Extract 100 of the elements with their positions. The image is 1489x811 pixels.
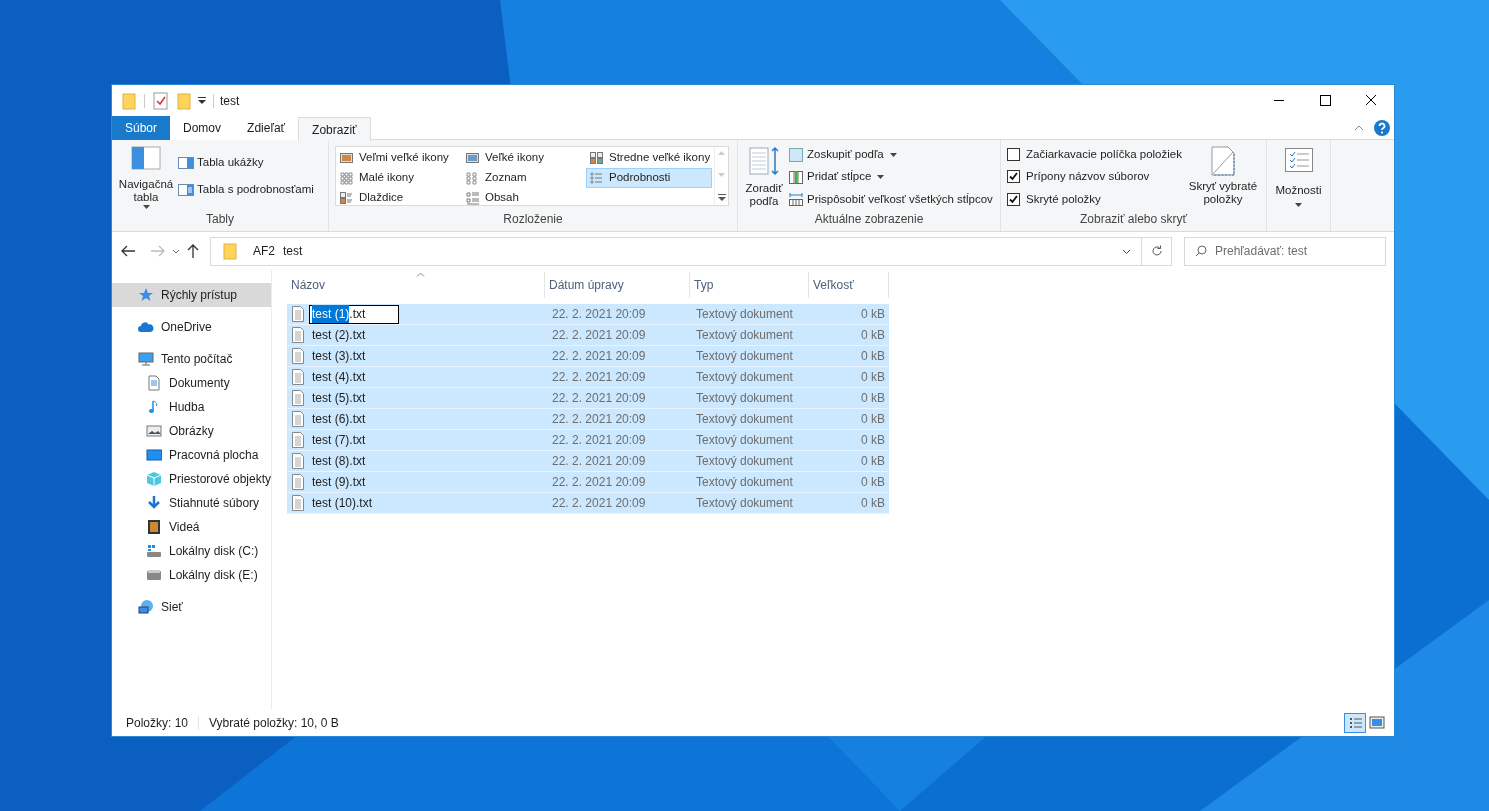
file-row[interactable]: test (10).txt 22. 2. 2021 20:09 Textový dokument 0 kB (287, 493, 889, 514)
file-row[interactable]: test (4).txt 22. 2. 2021 20:09 Textový dokument 0 kB (287, 367, 889, 388)
breadcrumb[interactable]: test (283, 242, 303, 260)
file-row[interactable]: test (3).txt 22. 2. 2021 20:09 Textový dokument 0 kB (287, 346, 889, 367)
sidebar-item[interactable]: OneDrive (112, 315, 271, 339)
type-cell-text: Textový dokument (695, 327, 794, 344)
more-icon[interactable] (717, 194, 726, 201)
navigation-pane-button[interactable]: Navigačná tabla (116, 146, 176, 211)
group-label: Aktuálne zobrazenie (813, 211, 925, 228)
size-cell-text: 0 kB (860, 306, 885, 323)
layout-option[interactable]: Veľké ikony (462, 148, 586, 168)
column-header[interactable]: Názov (287, 272, 545, 298)
recent-locations-icon[interactable] (172, 248, 180, 254)
type-cell-text: Textový dokument (695, 369, 794, 386)
collapse-icon[interactable] (1354, 124, 1364, 131)
pane-layout-icon (178, 183, 194, 196)
sort-button[interactable]: Zoradiť podľa (742, 146, 786, 211)
dropdown-icon[interactable] (197, 95, 207, 106)
file-name: test (6).txt (312, 411, 366, 428)
sort-columns-icon (749, 146, 779, 178)
file-row[interactable]: test (6).txt 22. 2. 2021 20:09 Textový dokument 0 kB (287, 409, 889, 430)
sidebar-item[interactable]: Videá (112, 515, 271, 539)
dropdown-icon[interactable] (1122, 248, 1131, 254)
layout-option[interactable]: Dlaždice (336, 188, 462, 208)
content-icon (466, 191, 479, 205)
help-icon[interactable] (1374, 119, 1390, 136)
ribbon-tab[interactable]: Zobraziť (298, 117, 371, 141)
up-icon[interactable] (186, 243, 200, 259)
view-button[interactable]: Zoskupiť podľa (788, 146, 993, 164)
checkbox[interactable]: Začiarkavacie políčka položiek (1007, 146, 1182, 164)
text-file-icon (292, 306, 304, 322)
sidebar-item[interactable]: Sieť (112, 595, 271, 619)
group-icon (788, 146, 804, 163)
pane-button[interactable]: Tabla ukážky (178, 154, 314, 172)
layout-option[interactable]: Stredne veľké ikony (586, 148, 712, 168)
text-file-icon (292, 390, 304, 406)
sidebar-item[interactable]: Lokálny disk (C:) (112, 539, 271, 563)
search-field[interactable]: Prehľadávať: test (1184, 236, 1386, 266)
column-header[interactable]: Dátum úpravy (545, 272, 690, 298)
maximize-icon (1319, 95, 1331, 106)
file-row[interactable]: test (2).txt 22. 2. 2021 20:09 Textový dokument 0 kB (287, 325, 889, 346)
layout-option[interactable]: Veľmi veľké ikony (336, 148, 462, 168)
sidebar-item[interactable]: Priestorové objekty (112, 467, 271, 491)
refresh-icon[interactable] (1150, 245, 1163, 257)
picture-icon (466, 151, 479, 165)
desktop-icon (146, 447, 162, 463)
sidebar-item[interactable]: Pracovná plocha (112, 443, 271, 467)
view-button[interactable]: Prispôsobiť veľkosť všetkých stĺpcov (788, 190, 993, 208)
rename-field[interactable]: test (1).txt (309, 304, 399, 324)
column-header[interactable]: Typ (690, 272, 809, 298)
ribbon-tab[interactable]: Zdieľať (234, 116, 299, 140)
breadcrumb[interactable]: AF2 (253, 242, 275, 260)
file-row[interactable]: test (1).txt 22. 2. 2021 20:09 Textový dokument 0 kB (287, 304, 889, 325)
options-button[interactable]: Možnosti (1271, 148, 1326, 211)
type-cell-text: Textový dokument (695, 453, 794, 470)
file-row[interactable]: test (5).txt 22. 2. 2021 20:09 Textový dokument 0 kB (287, 388, 889, 409)
hide-selected-button[interactable]: Skryť vybraté položky (1185, 146, 1260, 211)
column-header[interactable]: Veľkosť (809, 272, 889, 298)
file-row[interactable]: test (9).txt 22. 2. 2021 20:09 Textový dokument 0 kB (287, 472, 889, 493)
type-cell-text: Textový dokument (695, 495, 794, 512)
large-icons-icon (1368, 714, 1386, 732)
checklist-icon[interactable] (153, 91, 169, 110)
large-picture-icon (340, 151, 353, 165)
sidebar-item[interactable]: Dokumenty (112, 371, 271, 395)
layout-option[interactable]: Zoznam (462, 168, 586, 188)
checkbox[interactable]: Skryté položky (1007, 190, 1182, 208)
sidebar-item[interactable]: Lokálny disk (E:) (112, 563, 271, 587)
details-view-button[interactable] (1344, 713, 1366, 733)
back-icon[interactable] (120, 244, 136, 258)
folder-icon (223, 242, 237, 260)
file-row[interactable]: test (7).txt 22. 2. 2021 20:09 Textový dokument 0 kB (287, 430, 889, 451)
checkbox-icon (1007, 170, 1020, 184)
file-name: test (2).txt (312, 327, 366, 344)
document-icon (146, 375, 162, 391)
status-text: Položky: 10 (126, 715, 189, 732)
checkbox[interactable]: Prípony názvov súborov (1007, 168, 1182, 186)
caret-icon (142, 205, 150, 209)
tiles-icon (590, 151, 603, 165)
sidebar-item[interactable]: Stiahnuté súbory (112, 491, 271, 515)
layout-option[interactable]: Obsah (462, 188, 586, 208)
hidden-page-icon (1210, 146, 1235, 176)
text-file-icon (292, 327, 304, 343)
sidebar-item[interactable]: Hudba (112, 395, 271, 419)
address-bar[interactable]: AF2 test (210, 236, 1172, 266)
layout-option[interactable]: Malé ikony (336, 168, 462, 188)
size-cell-text: 0 kB (860, 327, 885, 344)
view-button[interactable]: Pridať stĺpce (788, 168, 993, 186)
close-icon (1365, 95, 1377, 106)
ribbon-tab[interactable]: Domov (170, 116, 235, 140)
sidebar-item[interactable]: Tento počítač (112, 347, 271, 371)
sidebar-item[interactable]: Rýchly prístup (112, 283, 271, 307)
group-label: Tably (205, 211, 235, 228)
details-icon (590, 171, 603, 185)
layout-option[interactable]: Podrobnosti (586, 168, 712, 188)
file-row[interactable]: test (8).txt 22. 2. 2021 20:09 Textový dokument 0 kB (287, 451, 889, 472)
date-cell-text: 22. 2. 2021 20:09 (551, 495, 647, 512)
search-icon (1195, 244, 1207, 257)
sidebar-item[interactable]: Obrázky (112, 419, 271, 443)
ribbon-tab[interactable]: Súbor (112, 116, 171, 140)
pane-button[interactable]: Tabla s podrobnosťami (178, 181, 314, 199)
